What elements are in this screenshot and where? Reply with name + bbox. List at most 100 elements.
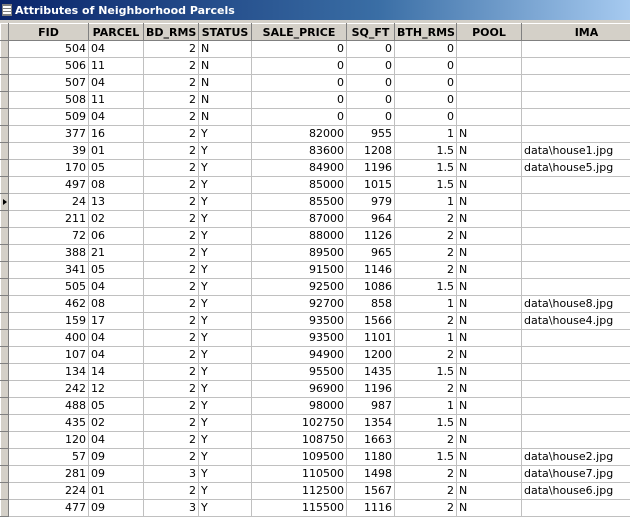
cell-pool[interactable]: N xyxy=(456,482,522,500)
cell-parcel[interactable]: 02 xyxy=(88,210,144,228)
cell-sale-price[interactable]: 112500 xyxy=(251,482,347,500)
cell-image[interactable] xyxy=(521,108,630,126)
cell-sale-price[interactable]: 85500 xyxy=(251,193,347,211)
table-row[interactable]: 39 01 2 Y 83600 1208 1.5 Ndata\house1.jpg xyxy=(0,142,630,160)
cell-bd-rms[interactable]: 2 xyxy=(143,380,199,398)
cell-fid[interactable]: 120 xyxy=(8,431,89,449)
cell-sale-price[interactable]: 0 xyxy=(251,91,347,109)
cell-status[interactable]: Y xyxy=(198,193,252,211)
cell-bd-rms[interactable]: 2 xyxy=(143,40,199,58)
cell-sale-price[interactable]: 93500 xyxy=(251,312,347,330)
cell-sale-price[interactable]: 83600 xyxy=(251,142,347,160)
cell-sale-price[interactable]: 0 xyxy=(251,108,347,126)
row-selector[interactable] xyxy=(0,278,9,296)
cell-bth-rms[interactable]: 1 xyxy=(394,295,457,313)
table-row[interactable]: 508 11 2 N 0 0 0 xyxy=(0,91,630,109)
cell-image[interactable] xyxy=(521,40,630,58)
cell-bd-rms[interactable]: 2 xyxy=(143,312,199,330)
cell-image[interactable]: data\house2.jpg xyxy=(521,448,630,466)
cell-image[interactable] xyxy=(521,193,630,211)
cell-fid[interactable]: 107 xyxy=(8,346,89,364)
cell-parcel[interactable]: 01 xyxy=(88,142,144,160)
cell-fid[interactable]: 57 xyxy=(8,448,89,466)
cell-parcel[interactable]: 01 xyxy=(88,482,144,500)
row-selector[interactable] xyxy=(0,244,9,262)
cell-fid[interactable]: 242 xyxy=(8,380,89,398)
cell-status[interactable]: Y xyxy=(198,414,252,432)
cell-status[interactable]: Y xyxy=(198,244,252,262)
cell-parcel[interactable]: 11 xyxy=(88,91,144,109)
cell-fid[interactable]: 509 xyxy=(8,108,89,126)
cell-status[interactable]: Y xyxy=(198,142,252,160)
cell-parcel[interactable]: 08 xyxy=(88,176,144,194)
cell-pool[interactable]: N xyxy=(456,329,522,347)
cell-bd-rms[interactable]: 2 xyxy=(143,193,199,211)
cell-status[interactable]: N xyxy=(198,74,252,92)
table-row[interactable]: 341 05 2 Y 91500 1146 2 N xyxy=(0,261,630,279)
cell-sale-price[interactable]: 91500 xyxy=(251,261,347,279)
row-selector[interactable] xyxy=(0,414,9,432)
row-selector[interactable] xyxy=(0,142,9,160)
cell-bd-rms[interactable]: 2 xyxy=(143,142,199,160)
row-selector[interactable] xyxy=(0,74,9,92)
cell-image[interactable] xyxy=(521,176,630,194)
cell-image[interactable]: data\house1.jpg xyxy=(521,142,630,160)
row-selector[interactable] xyxy=(0,465,9,483)
cell-sq-ft[interactable]: 965 xyxy=(346,244,395,262)
cell-bd-rms[interactable]: 2 xyxy=(143,227,199,245)
table-row[interactable]: 506 11 2 N 0 0 0 xyxy=(0,57,630,75)
table-row[interactable]: 377 16 2 Y 82000 955 1 N xyxy=(0,125,630,143)
cell-image[interactable]: data\house5.jpg xyxy=(521,159,630,177)
cell-parcel[interactable]: 09 xyxy=(88,465,144,483)
cell-pool[interactable]: N xyxy=(456,465,522,483)
cell-pool[interactable]: N xyxy=(456,159,522,177)
cell-sq-ft[interactable]: 1196 xyxy=(346,380,395,398)
cell-fid[interactable]: 24 xyxy=(8,193,89,211)
cell-fid[interactable]: 506 xyxy=(8,57,89,75)
cell-pool[interactable]: N xyxy=(456,397,522,415)
cell-status[interactable]: Y xyxy=(198,465,252,483)
cell-sq-ft[interactable]: 0 xyxy=(346,40,395,58)
cell-pool[interactable] xyxy=(456,91,522,109)
cell-parcel[interactable]: 05 xyxy=(88,261,144,279)
cell-pool[interactable]: N xyxy=(456,414,522,432)
cell-sale-price[interactable]: 102750 xyxy=(251,414,347,432)
row-selector[interactable] xyxy=(0,210,9,228)
cell-parcel[interactable]: 13 xyxy=(88,193,144,211)
cell-parcel[interactable]: 11 xyxy=(88,57,144,75)
cell-fid[interactable]: 377 xyxy=(8,125,89,143)
table-row[interactable]: 281 09 3 Y 110500 1498 2 Ndata\house7.jpg xyxy=(0,465,630,483)
cell-parcel[interactable]: 21 xyxy=(88,244,144,262)
table-row[interactable]: 170 05 2 Y 84900 1196 1.5 Ndata\house5.jpg xyxy=(0,159,630,177)
row-selector[interactable] xyxy=(0,397,9,415)
row-selector[interactable] xyxy=(0,448,9,466)
cell-bth-rms[interactable]: 1.5 xyxy=(394,278,457,296)
cell-pool[interactable]: N xyxy=(456,312,522,330)
cell-image[interactable] xyxy=(521,414,630,432)
cell-bth-rms[interactable]: 0 xyxy=(394,108,457,126)
column-header-parcel[interactable]: PARCEL xyxy=(88,23,144,41)
cell-bd-rms[interactable]: 2 xyxy=(143,91,199,109)
cell-image[interactable] xyxy=(521,125,630,143)
cell-bd-rms[interactable]: 2 xyxy=(143,295,199,313)
cell-parcel[interactable]: 08 xyxy=(88,295,144,313)
table-row[interactable]: 507 04 2 N 0 0 0 xyxy=(0,74,630,92)
row-selector[interactable] xyxy=(0,261,9,279)
cell-parcel[interactable]: 14 xyxy=(88,363,144,381)
cell-sq-ft[interactable]: 1663 xyxy=(346,431,395,449)
row-selector[interactable] xyxy=(0,91,9,109)
cell-bd-rms[interactable]: 3 xyxy=(143,499,199,517)
cell-status[interactable]: N xyxy=(198,108,252,126)
cell-status[interactable]: N xyxy=(198,40,252,58)
cell-fid[interactable]: 508 xyxy=(8,91,89,109)
cell-bth-rms[interactable]: 2 xyxy=(394,210,457,228)
cell-sq-ft[interactable]: 979 xyxy=(346,193,395,211)
cell-bd-rms[interactable]: 2 xyxy=(143,261,199,279)
column-header-image[interactable]: IMA xyxy=(521,23,630,41)
cell-image[interactable] xyxy=(521,380,630,398)
table-row[interactable]: 24 13 2 Y 85500 979 1 N xyxy=(0,193,630,211)
cell-parcel[interactable]: 04 xyxy=(88,74,144,92)
table-row[interactable]: 242 12 2 Y 96900 1196 2 N xyxy=(0,380,630,398)
cell-sale-price[interactable]: 92500 xyxy=(251,278,347,296)
column-header-sale-price[interactable]: SALE_PRICE xyxy=(251,23,347,41)
